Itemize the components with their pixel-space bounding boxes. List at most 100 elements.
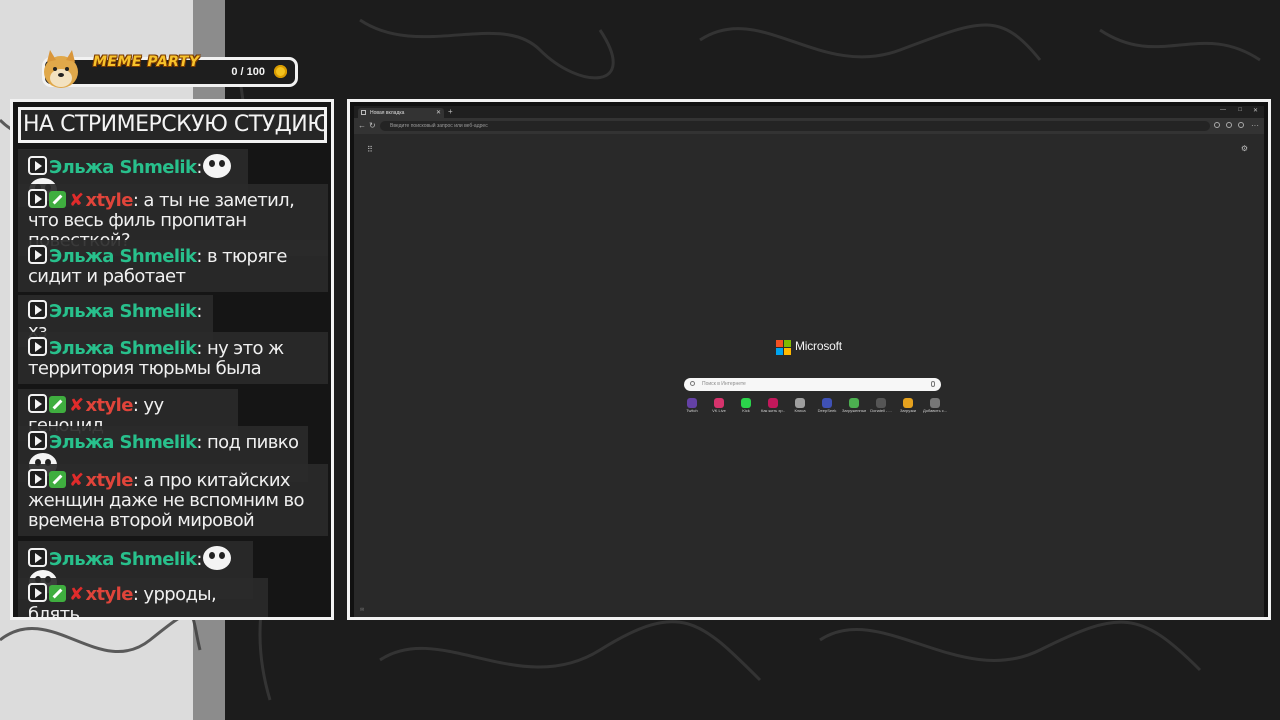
x-badge-icon: ✘ [69,395,84,416]
site-icon [930,398,940,408]
browser-capture-frame: Новая вкладка ✕ + — □ ✕ ← ↻ Введите поис… [347,99,1271,620]
site-icon [687,398,697,408]
site-icon [795,398,805,408]
search-placeholder: Поиск в Интернете [702,381,746,387]
quick-link-label: Twitch [686,408,698,413]
quick-link-tile[interactable]: Добавить с... [923,398,947,414]
chat-message: Эльжа Shmelik: ну это ж территория тюрьм… [18,332,328,384]
chat-username: Эльжа Shmelik [49,246,197,267]
chat-message: ✘ xtyle: урроды, блять [18,578,268,617]
web-search-input[interactable]: Поиск в Интернете [684,378,941,391]
quick-link-label: Клиса [794,408,806,413]
microsoft-logo-text: Microsoft [795,339,842,353]
quick-link-tile[interactable]: Клиса [788,398,812,414]
chat-panel: НА СТРИМЕРСКУЮ СТУДИЮ Эльжа Shmelik: ✘ xt… [10,99,334,620]
close-window-icon[interactable]: ✕ [1253,107,1258,114]
back-icon[interactable]: ← [358,121,366,131]
moderator-badge-icon [49,191,66,208]
extension-icon[interactable] [1214,122,1220,128]
play-badge-icon [28,245,47,264]
quick-link-label: DeepSeek [817,408,837,413]
quick-link-label: Добавить с... [923,408,947,413]
chat-username: xtyle [85,190,133,211]
maximize-icon[interactable]: □ [1238,107,1242,113]
browser-window: Новая вкладка ✕ + — □ ✕ ← ↻ Введите поис… [354,106,1264,617]
site-icon [849,398,859,408]
more-menu-icon[interactable]: ··· [1251,121,1259,131]
quick-link-tile[interactable]: Загрузки [896,398,920,414]
moderator-badge-icon [49,396,66,413]
x-badge-icon: ✘ [69,470,84,491]
minimize-icon[interactable]: — [1220,107,1226,113]
quick-links: Twitch VK Live Kick Как жить хр... Клиса Deep… [680,398,950,418]
feedback-icon[interactable]: ✉ [360,607,364,613]
favorites-icon[interactable] [1226,122,1232,128]
site-icon [714,398,724,408]
site-icon [903,398,913,408]
quick-link-label: Загруженные [842,408,866,413]
chat-username: xtyle [85,470,133,491]
microsoft-logo-icon [776,340,791,355]
chat-username: Эльжа Shmelik [49,338,197,359]
gear-icon[interactable]: ⚙ [1241,144,1248,153]
emote-icon [202,154,231,178]
chat-header: НА СТРИМЕРСКУЮ СТУДИЮ [18,107,327,143]
tab-new-tab[interactable]: Новая вкладка ✕ [358,108,444,118]
address-bar[interactable]: Введите поисковый запрос или веб-адрес [380,121,1210,131]
doge-avatar-icon [44,50,78,88]
chat-username: Эльжа Shmelik [49,432,197,453]
play-badge-icon [28,548,47,567]
reload-icon[interactable]: ↻ [369,121,376,131]
tab-title: Новая вкладка [370,110,405,116]
meme-party-widget: MEME PARTY 0 / 100 [42,50,298,88]
quick-link-tile[interactable]: Загруженные [842,398,866,414]
quick-link-tile[interactable]: Twitch [680,398,704,414]
close-tab-icon[interactable]: ✕ [436,108,441,118]
chat-username: Эльжа Shmelik [49,301,197,322]
chat-username: xtyle [85,584,133,605]
play-badge-icon [28,469,47,488]
play-badge-icon [28,337,47,356]
x-badge-icon: ✘ [69,584,84,605]
page-icon [361,110,366,115]
play-badge-icon [28,156,47,175]
quick-link-label: VK Live [712,408,726,413]
emote-icon [202,546,231,570]
coin-icon [274,65,287,78]
quick-link-tile[interactable]: Kick [734,398,758,414]
play-badge-icon [28,394,47,413]
browser-toolbar: ← ↻ Введите поисковый запрос или веб-адр… [354,118,1264,134]
new-tab-button[interactable]: + [448,107,453,116]
meme-party-title: MEME PARTY [93,54,200,70]
quick-link-tile[interactable]: DeepSeek [815,398,839,414]
play-badge-icon [28,583,47,602]
chat-username: xtyle [85,395,133,416]
moderator-badge-icon [49,471,66,488]
quick-link-label: Donatell - ... [870,408,892,413]
quick-link-label: Kick [742,408,750,413]
microphone-icon[interactable] [931,381,935,387]
quick-link-tile[interactable]: VK Live [707,398,731,414]
search-icon [690,381,695,386]
site-icon [768,398,778,408]
play-badge-icon [28,189,47,208]
play-badge-icon [28,431,47,450]
tab-bar: Новая вкладка ✕ + — □ ✕ [354,106,1264,118]
apps-grid-icon[interactable]: ⠿ [367,145,373,154]
chat-message: Эльжа Shmelik: в тюряге сидит и работает [18,240,328,292]
chat-text: под пивко [201,432,299,453]
chat-message: ✘ xtyle: а про китайских женщин даже не в… [18,464,328,536]
profile-icon[interactable] [1238,122,1244,128]
chat-username: Эльжа Shmelik [49,549,197,570]
meme-party-counter: 0 / 100 [231,66,265,78]
site-icon [822,398,832,408]
quick-link-label: Загрузки [899,408,917,413]
quick-link-tile[interactable]: Donatell - ... [869,398,893,414]
moderator-badge-icon [49,585,66,602]
quick-link-label: Как жить хр... [761,408,785,413]
play-badge-icon [28,300,47,319]
site-icon [741,398,751,408]
x-badge-icon: ✘ [69,190,84,211]
quick-link-tile[interactable]: Как жить хр... [761,398,785,414]
site-icon [876,398,886,408]
